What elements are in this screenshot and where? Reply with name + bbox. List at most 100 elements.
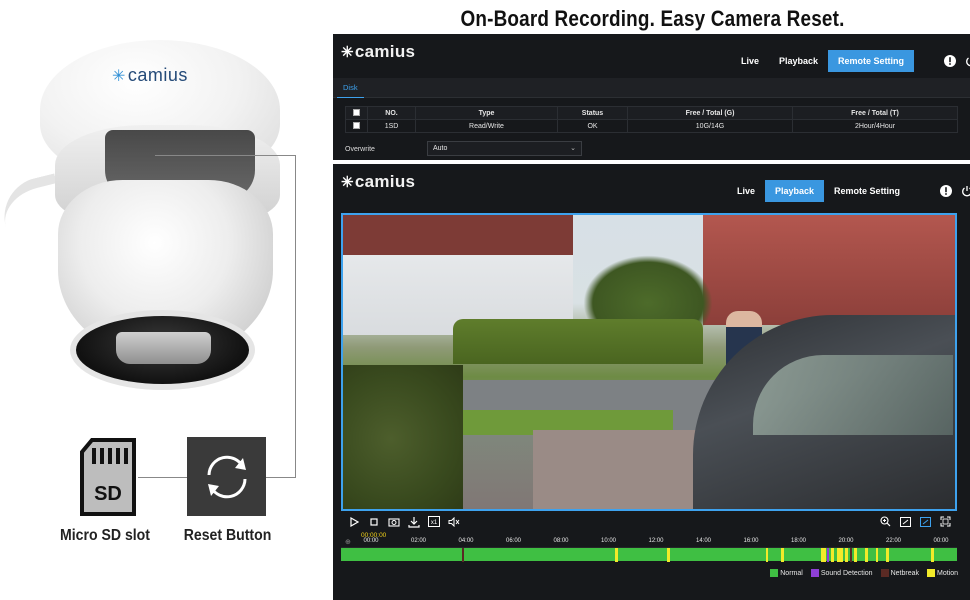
connector-line xyxy=(138,477,187,478)
tab-disk[interactable]: Disk xyxy=(337,78,364,98)
info-icon[interactable] xyxy=(943,54,956,67)
timeline-tick-label: 04:00 xyxy=(458,538,474,544)
snapshot-icon[interactable] xyxy=(387,515,400,528)
connector-line xyxy=(155,155,295,156)
original-size-icon[interactable] xyxy=(919,515,932,528)
video-scene-house xyxy=(703,215,955,325)
select-all-checkbox[interactable] xyxy=(353,108,360,116)
nav-live[interactable]: Live xyxy=(727,180,765,202)
stop-icon[interactable] xyxy=(367,515,380,528)
playback-window: ✳camius Live Playback Remote Setting x1 … xyxy=(333,164,970,600)
timeline-segment xyxy=(875,548,879,562)
timeline-segment xyxy=(781,548,784,562)
timeline-segment xyxy=(667,548,670,562)
timeline-segment xyxy=(844,548,848,562)
download-icon[interactable] xyxy=(407,515,420,528)
sd-card-icon: SD xyxy=(78,438,138,516)
timeline-legend: Normal Sound Detection Netbreak Motion xyxy=(770,569,958,577)
timeline-segment xyxy=(831,548,834,562)
timeline-tick-label: 02:00 xyxy=(410,538,427,544)
video-scene-bush xyxy=(343,365,463,509)
overwrite-value: Auto xyxy=(433,145,448,152)
playback-utility-icons xyxy=(931,184,970,197)
cell-type: Read/Write xyxy=(415,119,558,133)
select-all-header[interactable] xyxy=(345,106,368,120)
brand-star-icon: ✳ xyxy=(112,68,126,85)
legend-item: Netbreak xyxy=(880,569,919,577)
cell-free-total-t: 2Hour/4Hour xyxy=(792,119,958,133)
playback-nav: Live Playback Remote Setting xyxy=(727,180,910,202)
reset-icon xyxy=(187,437,266,516)
reset-button-label: Reset Button xyxy=(183,527,272,544)
video-scene-hedge xyxy=(453,319,703,364)
timeline-tick-label: 12:00 xyxy=(648,538,664,544)
legend-label: Normal xyxy=(780,569,803,577)
top-utility-icons xyxy=(935,54,970,67)
cell-free-total-g: 10G/14G xyxy=(627,119,793,133)
row-select-cell[interactable] xyxy=(345,119,368,133)
video-scene-roof xyxy=(343,215,573,255)
video-scene-car-window xyxy=(753,355,953,435)
legend-swatch xyxy=(810,569,819,577)
timeline-tick-label: 18:00 xyxy=(790,538,807,544)
timeline-segment xyxy=(849,548,852,562)
timeline-ticks: 00:00 02:00 04:00 06:00 08:00 10:00 12:00 14:00… xyxy=(341,538,957,547)
legend-swatch xyxy=(770,569,779,577)
timeline-bar[interactable] xyxy=(341,547,957,562)
legend-label: Sound Detection xyxy=(820,569,873,577)
row-checkbox[interactable] xyxy=(353,121,360,129)
timeline-tick-label: 20:00 xyxy=(838,538,854,544)
cell-no: 1SD xyxy=(367,119,416,133)
headline: On-Board Recording. Easy Camera Reset. xyxy=(460,6,845,31)
timeline-tick-label: 22:00 xyxy=(885,538,902,544)
info-icon[interactable] xyxy=(939,184,952,197)
nav-remote-setting[interactable]: Remote Setting xyxy=(824,180,910,202)
timeline-segment xyxy=(615,548,618,562)
play-icon[interactable] xyxy=(347,515,360,528)
nav-playback[interactable]: Playback xyxy=(769,50,828,72)
timeline-segment xyxy=(853,548,858,562)
table-row[interactable]: 1SD Read/Write OK 10G/14G 2Hour/4Hour xyxy=(345,119,958,133)
brand-star-icon: ✳ xyxy=(341,44,354,61)
power-icon[interactable] xyxy=(960,184,970,197)
camera-illustration: ✳ camius xyxy=(0,30,320,450)
camera-lens xyxy=(70,310,255,390)
timeline-segment xyxy=(766,548,769,562)
timeline-tick-label: 00:00 xyxy=(933,538,949,544)
app-logo-text: camius xyxy=(354,42,416,61)
timeline-tick-label: 00:00 xyxy=(363,538,379,544)
connector-line xyxy=(266,477,296,478)
col-free-total-t: Free / Total (T) xyxy=(792,106,958,120)
legend-item: Motion xyxy=(926,569,958,577)
table-header-row: NO. Type Status Free / Total (G) Free / … xyxy=(345,106,958,120)
nav-remote-setting[interactable]: Remote Setting xyxy=(828,50,915,72)
overwrite-select[interactable]: Auto ⌄ xyxy=(427,141,582,156)
col-status: Status xyxy=(557,106,628,120)
mute-icon[interactable] xyxy=(447,515,460,528)
power-icon[interactable] xyxy=(964,54,970,67)
playback-controls: x1 xyxy=(345,515,957,529)
remote-setting-window: ✳camius Live Playback Remote Setting Dis… xyxy=(333,34,970,160)
fullscreen-icon[interactable] xyxy=(939,515,952,528)
legend-item: Sound Detection xyxy=(810,569,873,577)
nav-playback[interactable]: Playback xyxy=(765,180,825,202)
sd-card-text: SD xyxy=(94,483,122,505)
chevron-down-icon: ⌄ xyxy=(570,145,576,152)
timeline-tick-label: 16:00 xyxy=(743,538,759,544)
nav-live[interactable]: Live xyxy=(731,50,769,72)
timeline-segment xyxy=(886,548,890,562)
svg-text:x1: x1 xyxy=(430,520,437,526)
timeline-segment xyxy=(864,548,869,562)
timeline-segment xyxy=(461,548,465,562)
legend-label: Motion xyxy=(936,569,958,577)
legend-swatch xyxy=(880,569,889,577)
speed-x1-icon[interactable]: x1 xyxy=(427,515,440,528)
video-player[interactable] xyxy=(341,213,957,511)
timeline-segment xyxy=(836,548,844,562)
top-nav: Live Playback Remote Setting xyxy=(731,50,915,72)
cell-status: OK xyxy=(557,119,628,133)
overwrite-label: Overwrite xyxy=(345,146,375,153)
app-logo-text: camius xyxy=(354,172,416,191)
zoom-in-icon[interactable] xyxy=(879,515,892,528)
aspect-ratio-icon[interactable] xyxy=(899,515,912,528)
